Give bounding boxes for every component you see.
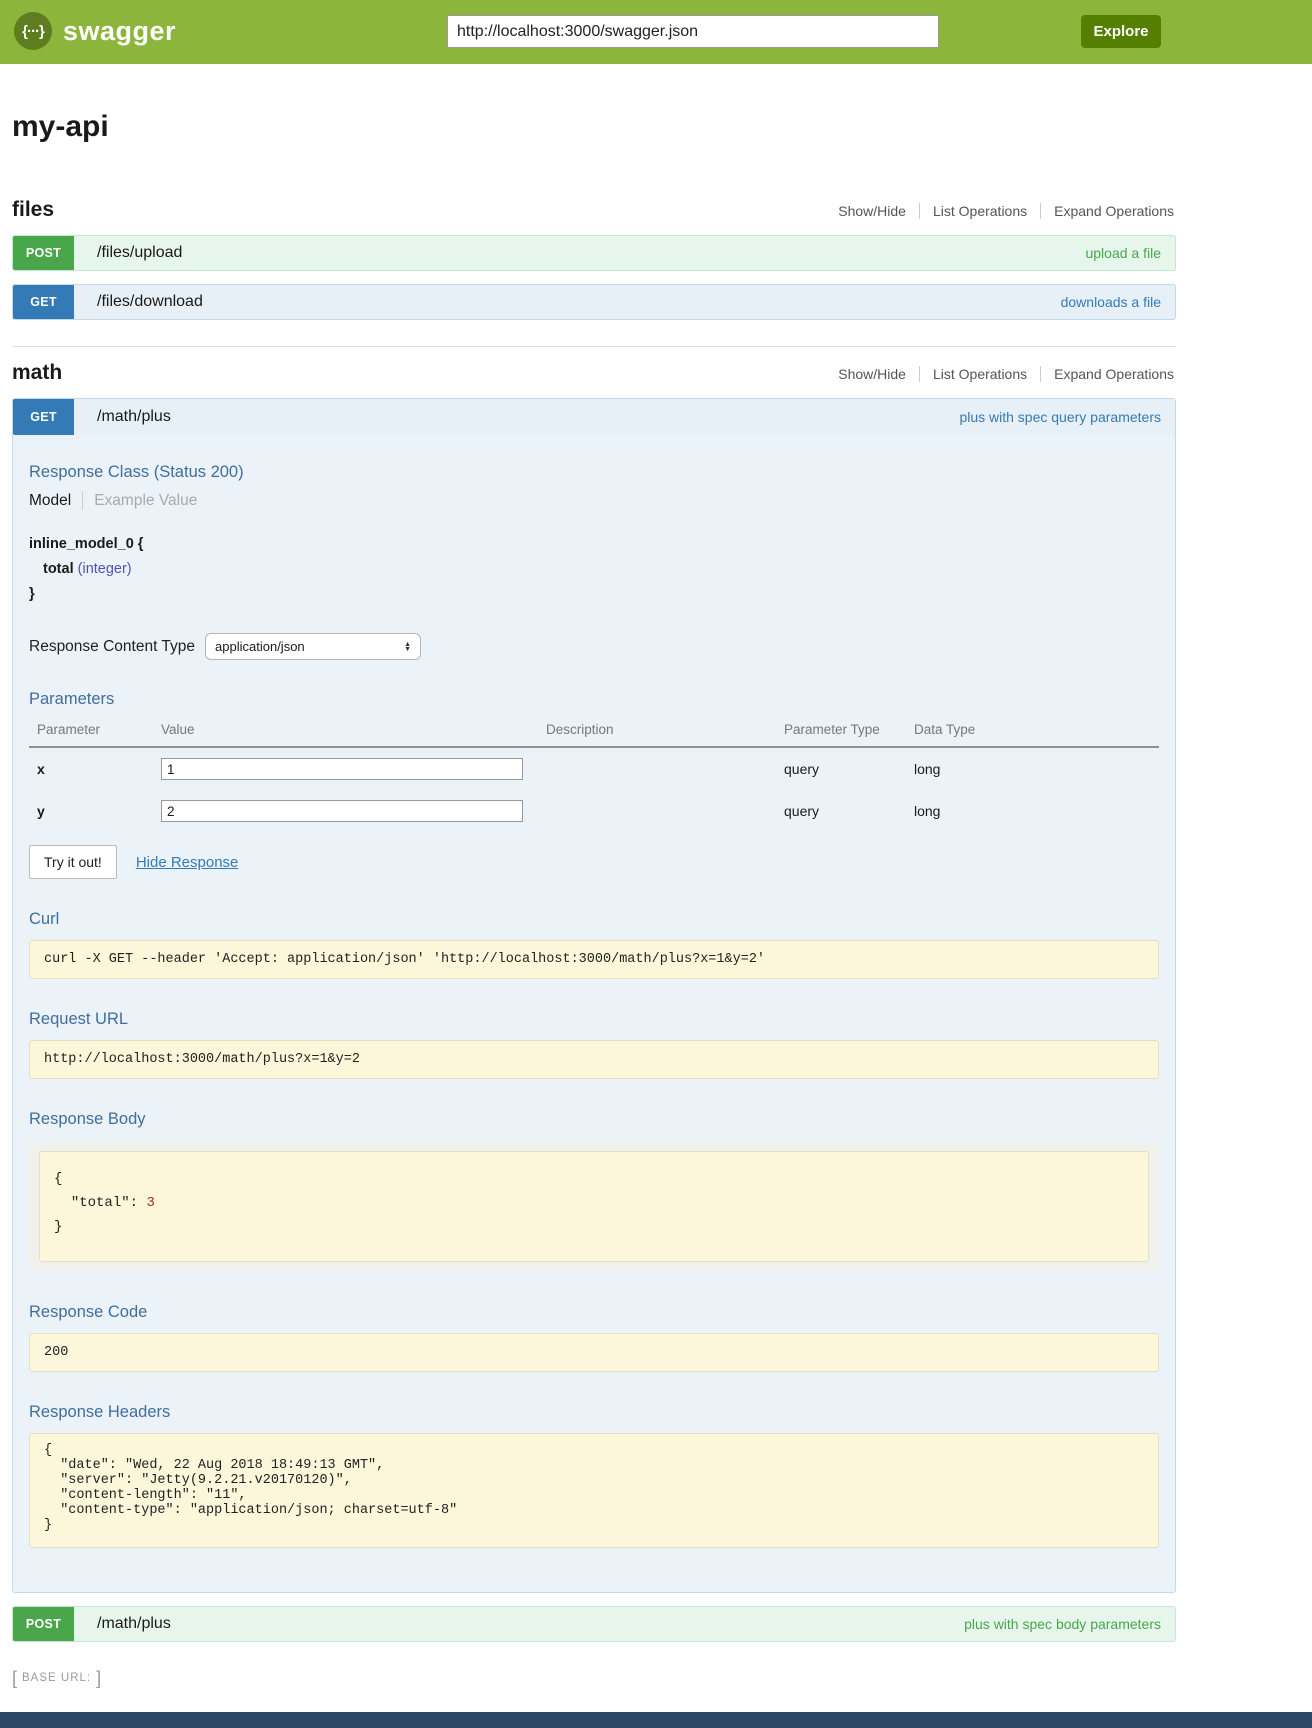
show-hide-link-math[interactable]: Show/Hide (825, 366, 919, 382)
brand-name: swagger (63, 16, 176, 47)
hide-response-link[interactable]: Hide Response (136, 854, 239, 871)
response-body-container: { "total": 3 } (29, 1141, 1159, 1272)
response-code-value: 200 (29, 1333, 1159, 1372)
op-row-post-math-plus[interactable]: POST /math/plus plus with spec body para… (12, 1606, 1176, 1642)
list-operations-link-files[interactable]: List Operations (919, 203, 1040, 219)
op-summary[interactable]: plus with spec query parameters (959, 409, 1161, 425)
col-parameter-type: Parameter Type (784, 715, 914, 748)
param-data-type-x: long (914, 751, 1159, 787)
list-operations-link-math[interactable]: List Operations (919, 366, 1040, 382)
spec-url-input[interactable] (447, 15, 939, 48)
json-number-value: 3 (146, 1195, 154, 1211)
section-files: files Show/Hide List Operations Expand O… (12, 198, 1176, 320)
response-body-heading: Response Body (29, 1110, 1159, 1129)
op-row-post-files-upload[interactable]: POST /files/upload upload a file (12, 235, 1176, 271)
op-summary[interactable]: downloads a file (1061, 294, 1161, 310)
response-class-heading: Response Class (Status 200) (29, 463, 1159, 482)
param-value-input-x[interactable] (161, 758, 523, 780)
get-method-badge: GET (13, 399, 74, 435)
op-row-get-math-plus[interactable]: GET /math/plus plus with spec query para… (13, 399, 1175, 435)
bottom-bar (0, 1712, 1312, 1728)
param-name-y: y (29, 793, 161, 829)
section-title-files: files (12, 198, 54, 222)
param-data-type-y: long (914, 793, 1159, 829)
param-type-x: query (784, 751, 914, 787)
param-value-input-y[interactable] (161, 800, 523, 822)
col-data-type: Data Type (914, 715, 1159, 748)
col-parameter: Parameter (29, 715, 161, 748)
op-content: Response Class (Status 200) Model Exampl… (13, 435, 1175, 1592)
response-content-type-select[interactable]: application/json ▲ ▼ (205, 633, 421, 660)
section-math: math Show/Hide List Operations Expand Op… (12, 346, 1176, 1642)
swagger-brand-link[interactable]: {···} swagger (14, 12, 176, 50)
response-headers-json: { "date": "Wed, 22 Aug 2018 18:49:13 GMT… (29, 1433, 1159, 1548)
param-description-x (546, 759, 784, 779)
swagger-logo-icon: {···} (14, 12, 52, 50)
op-row-get-files-download[interactable]: GET /files/download downloads a file (12, 284, 1176, 320)
col-description: Description (546, 715, 784, 748)
expand-operations-link-files[interactable]: Expand Operations (1040, 203, 1176, 219)
op-summary[interactable]: plus with spec body parameters (964, 1616, 1161, 1632)
base-url-label: base url: (22, 1672, 91, 1684)
explore-button[interactable]: Explore (1081, 15, 1161, 48)
curl-heading: Curl (29, 910, 1159, 929)
op-path[interactable]: /files/download (97, 293, 203, 311)
op-expanded-get-math-plus: GET /math/plus plus with spec query para… (12, 398, 1176, 1593)
expand-operations-link-math[interactable]: Expand Operations (1040, 366, 1176, 382)
op-summary[interactable]: upload a file (1085, 245, 1161, 261)
op-path[interactable]: /math/plus (97, 408, 171, 426)
post-method-badge: POST (13, 1607, 74, 1641)
selected-content-type: application/json (215, 639, 305, 654)
tab-model[interactable]: Model (29, 492, 82, 510)
model-tabs: Model Example Value (29, 491, 1159, 510)
response-code-heading: Response Code (29, 1303, 1159, 1322)
model-property-type: (integer) (78, 561, 132, 577)
select-arrows-icon: ▲ ▼ (404, 642, 411, 652)
response-headers-heading: Response Headers (29, 1403, 1159, 1422)
tab-example-value[interactable]: Example Value (83, 492, 197, 510)
curl-command: curl -X GET --header 'Accept: applicatio… (29, 940, 1159, 979)
model-property-name: total (43, 561, 74, 577)
show-hide-link-files[interactable]: Show/Hide (825, 203, 919, 219)
col-value: Value (161, 715, 546, 748)
parameters-table: Parameter Value Description Parameter Ty… (29, 715, 1159, 832)
response-body-json: { "total": 3 } (39, 1151, 1149, 1262)
request-url-heading: Request URL (29, 1010, 1159, 1029)
op-path[interactable]: /files/upload (97, 244, 182, 262)
response-content-type-label: Response Content Type (29, 638, 195, 656)
section-title-math: math (12, 361, 62, 385)
main-content: my-api files Show/Hide List Operations E… (12, 110, 1176, 1642)
api-title: my-api (12, 110, 1176, 144)
model-signature: inline_model_0 { total (integer) } (29, 532, 1159, 607)
param-name-x: x (29, 751, 161, 787)
get-method-badge: GET (13, 285, 74, 319)
param-type-y: query (784, 793, 914, 829)
try-it-out-button[interactable]: Try it out! (29, 845, 117, 879)
swagger-header: {···} swagger Explore (0, 0, 1312, 64)
request-url-value: http://localhost:3000/math/plus?x=1&y=2 (29, 1040, 1159, 1079)
op-path[interactable]: /math/plus (97, 1615, 171, 1633)
parameters-heading: Parameters (29, 690, 1159, 709)
base-url-footer: [ base url: ] (12, 1668, 1312, 1689)
param-description-y (546, 801, 784, 821)
post-method-badge: POST (13, 236, 74, 270)
